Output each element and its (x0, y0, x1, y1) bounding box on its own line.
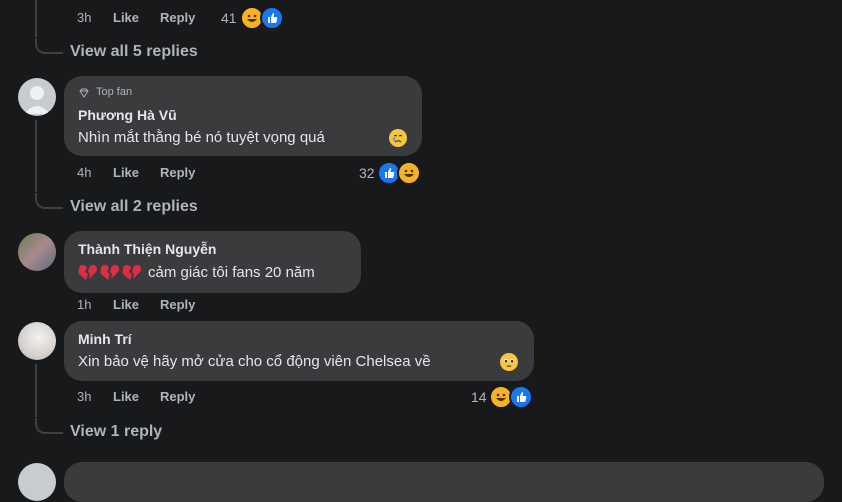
comment-timestamp[interactable]: 3h (77, 10, 91, 25)
like-reaction-icon (260, 6, 284, 30)
view-replies-link[interactable]: View 1 reply (70, 423, 162, 441)
comment-timestamp[interactable]: 1h (77, 297, 91, 312)
comment-timestamp[interactable]: 3h (77, 389, 91, 404)
top-fan-badge: Top fan (96, 86, 133, 98)
comment-author[interactable]: Minh Trí (78, 331, 132, 347)
like-button[interactable]: Like (113, 389, 139, 404)
avatar[interactable] (18, 78, 56, 116)
comment-text: Xin bảo vệ hãy mở cửa cho cổ động viên C… (78, 353, 431, 370)
reaction-count[interactable]: 14 (471, 389, 487, 405)
like-button[interactable]: Like (113, 10, 139, 25)
crying-face-emoji (389, 129, 407, 147)
like-button[interactable]: Like (113, 297, 139, 312)
comment-text: cảm giác tôi fans 20 năm (148, 264, 315, 281)
broken-heart-emoji (78, 264, 144, 282)
thread-connector (35, 38, 63, 54)
pleading-face-emoji (500, 353, 518, 371)
comment-author[interactable]: Thành Thiện Nguyễn (78, 241, 216, 257)
like-reaction-icon (509, 385, 533, 409)
comment-bubble (64, 462, 824, 502)
top-fan-badge-icon (78, 86, 90, 98)
reply-button[interactable]: Reply (160, 389, 195, 404)
view-replies-link[interactable]: View all 2 replies (70, 198, 198, 216)
thread-line (35, 0, 37, 37)
thread-line (35, 120, 37, 192)
comment-timestamp[interactable]: 4h (77, 165, 91, 180)
reply-button[interactable]: Reply (160, 297, 195, 312)
thread-connector (35, 193, 63, 209)
comment-text: Nhìn mắt thằng bé nó tuyệt vọng quá (78, 129, 325, 146)
reply-button[interactable]: Reply (160, 165, 195, 180)
thread-connector (35, 418, 63, 434)
haha-reaction-icon (397, 161, 421, 185)
avatar[interactable] (18, 322, 56, 360)
comment-bubble (64, 321, 534, 381)
comment-author[interactable]: Phương Hà Vũ (78, 107, 177, 123)
like-button[interactable]: Like (113, 165, 139, 180)
reply-button[interactable]: Reply (160, 10, 195, 25)
view-replies-link[interactable]: View all 5 replies (70, 43, 198, 61)
reaction-count[interactable]: 32 (359, 165, 375, 181)
reaction-count[interactable]: 41 (221, 10, 237, 26)
thread-line (35, 364, 37, 417)
avatar[interactable] (18, 233, 56, 271)
